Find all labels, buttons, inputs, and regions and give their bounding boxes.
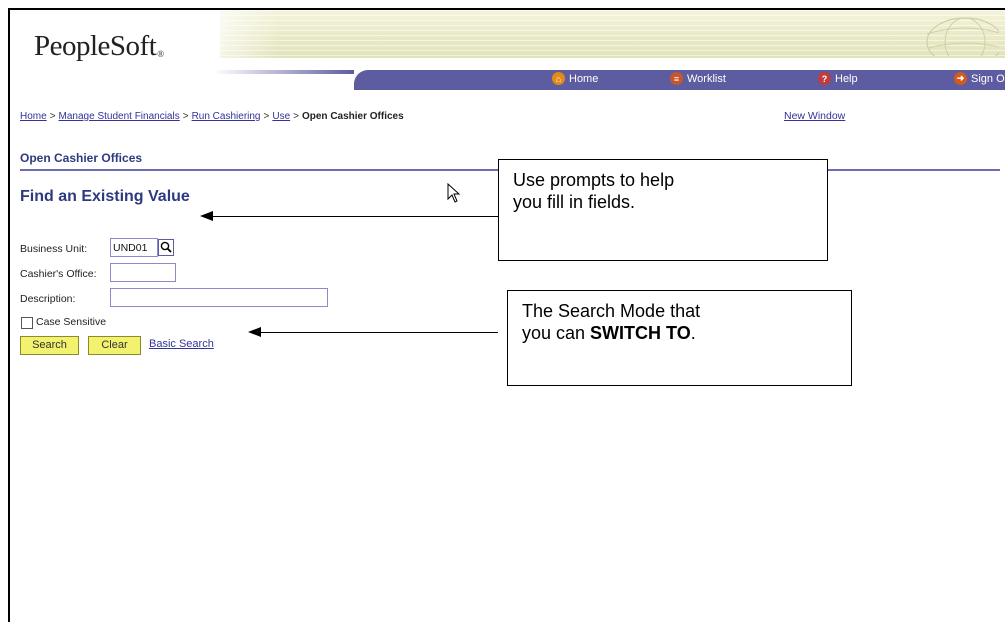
breadcrumb-current: Open Cashier Offices <box>301 111 404 122</box>
worklist-icon: ≡ <box>670 72 683 85</box>
nav-worklist-label: Worklist <box>687 72 726 85</box>
application-window: PeopleSoft® ⌂ Home ≡ Worklist ? Help ➜ S… <box>8 8 1005 622</box>
search-mode-callout-line2: you can SWITCH TO. <box>522 323 696 343</box>
nav-worklist[interactable]: ≡ Worklist <box>670 72 726 85</box>
prompts-arrow-head <box>200 211 213 221</box>
description-label: Description: <box>20 293 76 305</box>
business-unit-label: Business Unit: <box>20 243 88 255</box>
search-mode-arrow-head <box>248 327 261 337</box>
nav-help-label: Help <box>835 72 858 85</box>
search-button[interactable]: Search <box>20 336 79 355</box>
page-title: Open Cashier Offices <box>20 151 143 165</box>
search-mode-callout: The Search Mode that you can SWITCH TO. <box>507 290 852 386</box>
case-sensitive-checkbox[interactable] <box>21 317 33 329</box>
search-mode-arrow <box>258 332 498 333</box>
mouse-cursor-icon <box>447 183 461 203</box>
magnifier-icon <box>160 241 172 253</box>
new-window-link[interactable]: New Window <box>784 110 845 122</box>
prompts-callout-line1: Use prompts to help <box>513 170 675 190</box>
nav-home-label: Home <box>569 72 599 85</box>
case-sensitive-label: Case Sensitive <box>36 316 107 328</box>
help-icon: ? <box>818 72 831 85</box>
breadcrumb-use[interactable]: Use <box>272 111 290 122</box>
business-unit-input[interactable] <box>110 238 158 257</box>
nav-help[interactable]: ? Help <box>818 72 858 85</box>
breadcrumb: Home > Manage Student Financials > Run Cashi… <box>20 111 404 122</box>
sign-out-icon: ➜ <box>954 72 967 85</box>
nav-home[interactable]: ⌂ Home <box>552 72 598 85</box>
cashier-office-input[interactable] <box>110 263 176 282</box>
globe-graphic <box>926 17 999 56</box>
basic-search-link[interactable]: Basic Search <box>149 338 214 350</box>
home-icon: ⌂ <box>552 72 565 85</box>
prompts-callout-line2: you fill in fields. <box>513 192 636 212</box>
business-unit-lookup-button[interactable] <box>158 239 174 256</box>
breadcrumb-run-cashiering[interactable]: Run Cashiering <box>192 111 261 122</box>
cashier-office-label: Cashier's Office: <box>20 268 97 280</box>
find-existing-value-heading: Find an Existing Value <box>20 188 190 205</box>
breadcrumb-manage-student-financials[interactable]: Manage Student Financials <box>59 111 180 122</box>
nav-sign-out-label: Sign O <box>971 72 1005 85</box>
search-mode-callout-line1: The Search Mode that <box>522 301 701 321</box>
header-banner <box>220 10 1005 58</box>
top-nav-bar: ⌂ Home ≡ Worklist ? Help ➜ Sign O <box>214 70 1005 90</box>
breadcrumb-home[interactable]: Home <box>20 111 47 122</box>
nav-sign-out[interactable]: ➜ Sign O <box>954 72 1005 85</box>
prompts-arrow <box>210 216 498 217</box>
peoplesoft-logo: PeopleSoft® <box>34 30 164 62</box>
description-input[interactable] <box>110 288 328 307</box>
clear-button[interactable]: Clear <box>88 336 141 355</box>
prompts-callout: Use prompts to help you fill in fields. <box>498 159 828 261</box>
